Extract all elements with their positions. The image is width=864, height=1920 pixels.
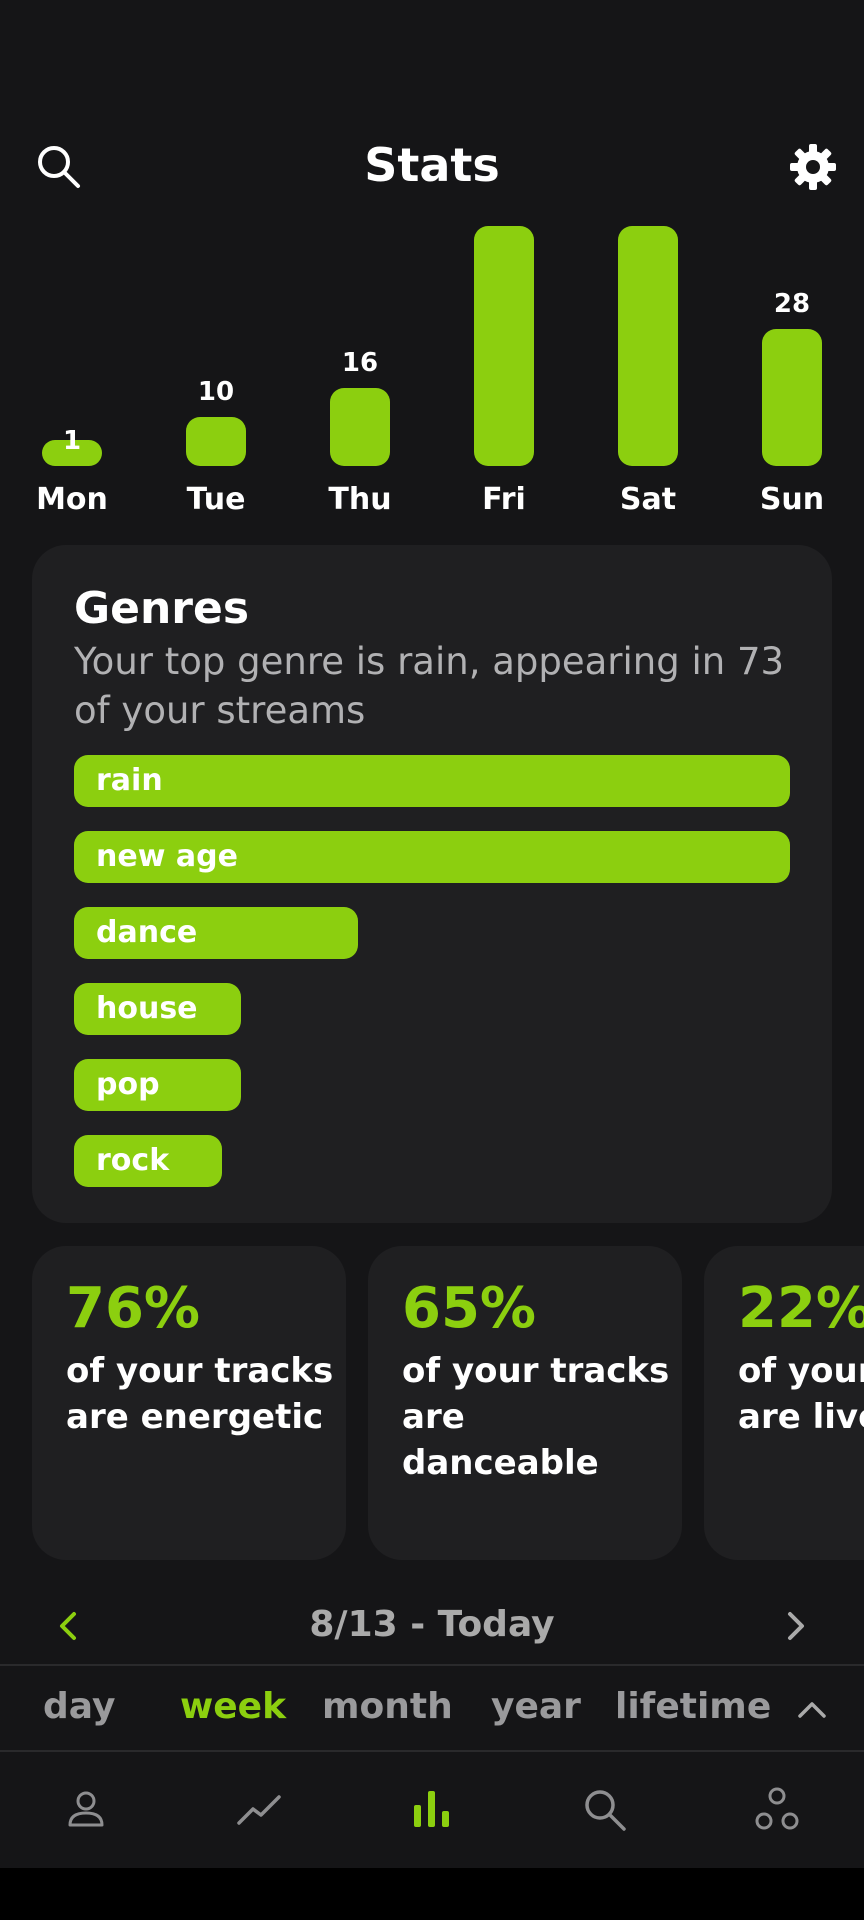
day-bar-value: 28 [773,289,811,319]
social-icon[interactable] [753,1785,801,1833]
stat-description: of your tracks are danceable [402,1351,670,1483]
divider [0,1664,864,1666]
period-tab-week[interactable]: week [180,1686,286,1727]
day-bar-sun[interactable] [762,329,822,466]
day-bar-fri[interactable] [474,226,534,466]
date-range-label: 8/13 - Today [309,1604,555,1645]
stats-icon[interactable] [408,1785,456,1833]
stat-percent: 22% [738,1276,864,1341]
genre-label: pop [96,1067,160,1102]
chevron-right-icon[interactable] [776,1606,816,1646]
stat-card-energetic[interactable]: 76% of your tracks are energetic [32,1246,346,1560]
day-bar-value: 16 [341,348,379,378]
search-icon[interactable] [580,1785,628,1833]
system-navigation-bar [0,1868,864,1920]
stat-percent: 65% [402,1276,537,1341]
genre-bar[interactable]: pop [74,1059,241,1111]
trend-icon[interactable] [235,1785,283,1833]
period-tab-year[interactable]: year [491,1686,581,1727]
day-label: Mon [36,482,108,517]
genres-title: Genres [74,583,250,634]
day-label: Thu [328,482,392,517]
genre-label: rock [96,1143,170,1178]
day-label: Fri [482,482,526,517]
stat-description: of your tracks are energetic [66,1351,334,1437]
period-tab-day[interactable]: day [43,1686,115,1727]
chevron-up-icon[interactable] [792,1694,832,1724]
genre-label: house [96,991,198,1026]
stat-card-live[interactable]: 22% of your tracks are live [704,1246,864,1560]
period-tab-month[interactable]: month [322,1686,453,1727]
settings-gear-icon[interactable] [786,140,840,194]
stat-percent: 76% [66,1276,201,1341]
day-bar-thu[interactable] [330,388,390,466]
day-bar-tue[interactable] [186,417,246,466]
stat-card-danceable[interactable]: 65% of your tracks are danceable [368,1246,682,1560]
day-bar-value: 1 [62,426,82,456]
divider [0,1750,864,1752]
genre-label: rain [96,763,163,798]
day-bar-sat[interactable] [618,226,678,466]
genre-bar[interactable]: dance [74,907,358,959]
genre-bar[interactable]: new age [74,831,790,883]
genre-label: dance [96,915,198,950]
genre-label: new age [96,839,238,874]
genres-subtitle: Your top genre is rain, appearing in 73 … [74,640,785,732]
stat-description: of your tracks are live [738,1351,864,1437]
profile-icon[interactable] [62,1785,110,1833]
day-label: Sun [759,482,825,517]
daily-streams-chart: 1 Mon 10 Tue 16 Thu Fri Sat 28 Sun [0,220,864,520]
day-label: Tue [186,482,246,517]
day-label: Sat [619,482,677,517]
genres-card: Genres Your top genre is rain, appearing… [32,545,832,1223]
genre-bar[interactable]: house [74,983,241,1035]
genre-bar[interactable]: rain [74,755,790,807]
day-bar-value: 10 [197,377,235,407]
page-title: Stats [364,138,500,192]
period-tab-lifetime[interactable]: lifetime [615,1686,771,1727]
genre-bar[interactable]: rock [74,1135,222,1187]
